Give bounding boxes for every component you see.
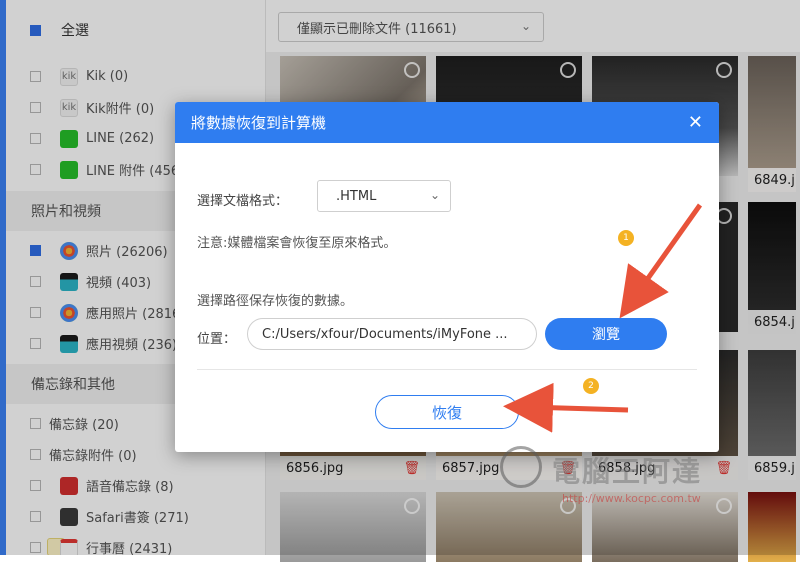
watermark-url: http://www.kocpc.com.tw	[562, 492, 701, 505]
browse-button[interactable]: 瀏覽	[545, 318, 667, 350]
format-select-value: .HTML	[336, 188, 377, 204]
watermark-logo-icon	[500, 446, 542, 488]
divider	[197, 369, 697, 370]
format-note: 注意:媒體檔案會恢復至原來格式。	[197, 236, 397, 251]
watermark-text: 電腦王阿達	[552, 455, 703, 488]
path-input[interactable]: C:/Users/xfour/Documents/iMyFone ...	[247, 318, 537, 350]
close-icon[interactable]: ✕	[688, 112, 703, 133]
chevron-down-icon: ⌄	[429, 188, 440, 202]
path-input-value: C:/Users/xfour/Documents/iMyFone ...	[262, 326, 508, 342]
step-badge-1: 1	[618, 230, 634, 246]
location-label: 位置：	[197, 332, 237, 347]
watermark: 電腦王阿達 http://www.kocpc.com.tw	[500, 440, 750, 520]
dialog-header: 將數據恢復到計算機 ✕	[175, 102, 719, 143]
path-section-title: 選擇路徑保存恢復的數據。	[197, 294, 354, 309]
export-dialog: 將數據恢復到計算機 ✕ 選擇文檔格式： .HTML ⌄ 注意:媒體檔案會恢復至原…	[175, 102, 719, 452]
step-badge-2: 2	[583, 378, 599, 394]
restore-button[interactable]: 恢復	[375, 395, 519, 429]
dialog-title: 將數據恢復到計算機	[191, 114, 327, 132]
format-label: 選擇文檔格式：	[197, 194, 289, 209]
format-select[interactable]: .HTML ⌄	[317, 180, 451, 212]
